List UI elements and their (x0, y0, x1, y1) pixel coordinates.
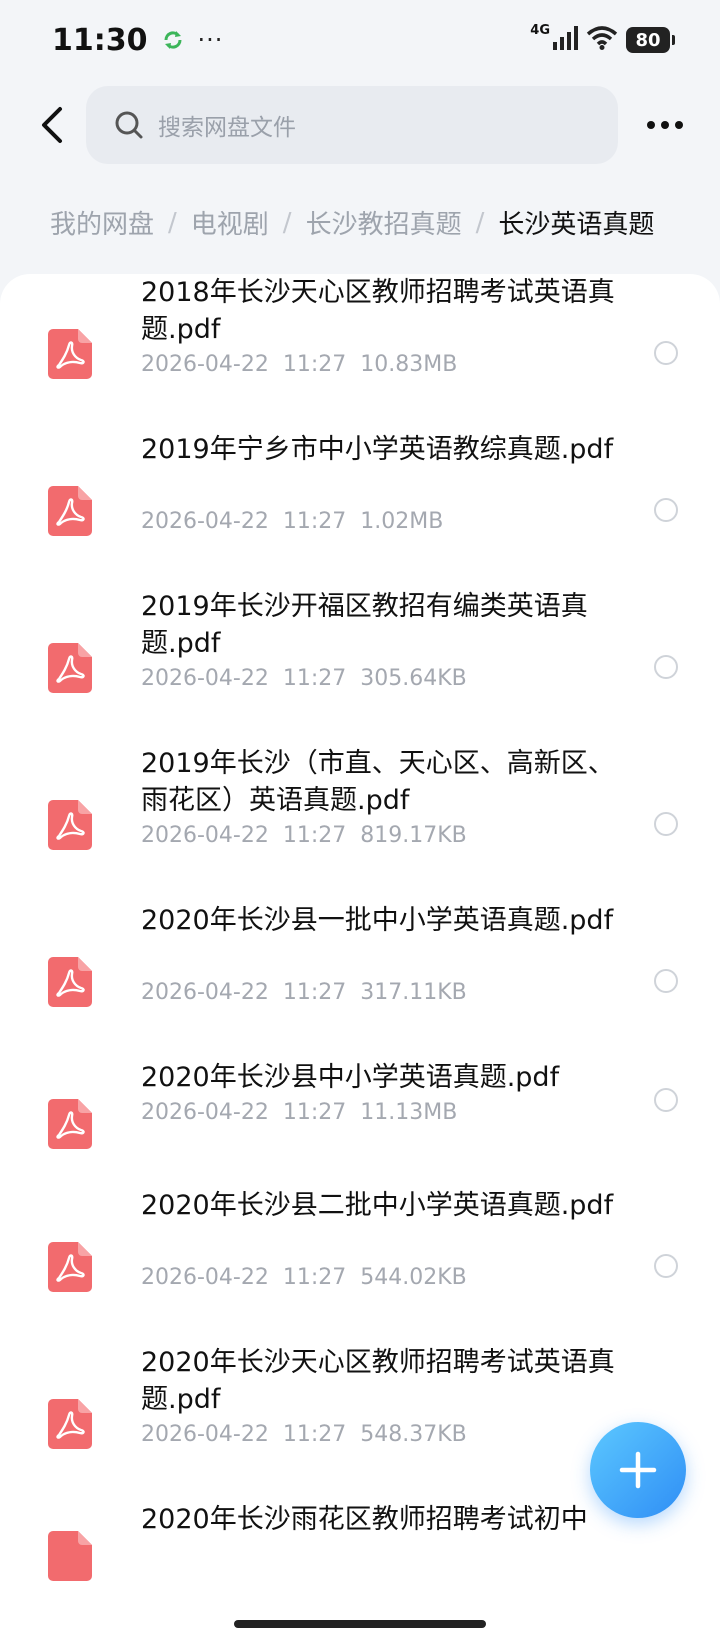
file-name: 2020年长沙天心区教师招聘考试英语真题.pdf (141, 1347, 615, 1415)
list-item[interactable]: 2020年长沙县一批中小学英语真题.pdf 2026-04-22 11:27 317… (0, 902, 720, 1052)
wifi-icon (586, 26, 618, 54)
network-type: 4G (530, 22, 550, 38)
file-date: 2026-04-22 (141, 1265, 269, 1290)
file-time: 11:27 (282, 666, 347, 691)
pdf-icon (48, 1399, 92, 1449)
file-date: 2026-04-22 (141, 509, 269, 534)
file-date: 2026-04-22 (141, 666, 269, 691)
file-name: 2019年长沙（市直、天心区、高新区、雨花区）英语真题.pdf (141, 748, 615, 816)
file-size: 10.83MB (360, 352, 458, 377)
file-meta: 2026-04-22 11:27 544.02KB (141, 1265, 467, 1290)
file-time: 11:27 (282, 509, 347, 534)
pdf-icon (48, 329, 92, 379)
file-time: 11:27 (282, 980, 347, 1005)
back-button[interactable] (22, 95, 82, 155)
plus-icon (619, 1451, 657, 1489)
search-placeholder: 搜索网盘文件 (158, 115, 296, 141)
file-size: 305.64KB (360, 666, 467, 691)
search-input[interactable]: 搜索网盘文件 (86, 86, 618, 164)
file-date: 2026-04-22 (141, 823, 269, 848)
select-checkbox[interactable] (654, 1088, 678, 1112)
more-horizontal-icon (647, 121, 683, 129)
status-more-dots: ··· (197, 26, 224, 54)
breadcrumb-item-my-drive[interactable]: 我的网盘 (50, 204, 154, 241)
list-item[interactable]: 2019年长沙（市直、天心区、高新区、雨花区）英语真题.pdf 2026-04-… (0, 745, 720, 895)
list-item[interactable]: 2018年长沙天心区教师招聘考试英语真题.pdf 2026-04-22 11:27… (0, 274, 720, 424)
pdf-icon (48, 1242, 92, 1292)
file-size: 317.11KB (360, 980, 467, 1005)
status-time: 11:30 (52, 22, 148, 58)
list-item[interactable]: 2019年宁乡市中小学英语教综真题.pdf 2026-04-22 11:27 1.0… (0, 431, 720, 581)
file-meta: 2026-04-22 11:27 548.37KB (141, 1422, 467, 1447)
file-size: 11.13MB (360, 1100, 458, 1125)
file-name: 2020年长沙县中小学英语真题.pdf (141, 1062, 560, 1093)
file-date: 2026-04-22 (141, 980, 269, 1005)
select-checkbox[interactable] (654, 812, 678, 836)
breadcrumb-separator: / (282, 207, 292, 238)
breadcrumb-item-current: 长沙英语真题 (498, 210, 655, 240)
pdf-icon (48, 957, 92, 1007)
breadcrumb-separator: / (475, 207, 485, 238)
file-name: 2020年长沙雨花区教师招聘考试初中 (141, 1504, 588, 1535)
file-meta: 2026-04-22 11:27 819.17KB (141, 823, 467, 848)
select-checkbox[interactable] (654, 1254, 678, 1278)
file-name: 2019年宁乡市中小学英语教综真题.pdf (141, 434, 614, 465)
file-meta: 2026-04-22 11:27 317.11KB (141, 980, 467, 1005)
pdf-icon (48, 800, 92, 850)
select-checkbox[interactable] (654, 655, 678, 679)
list-item[interactable]: 2020年长沙县二批中小学英语真题.pdf 2026-04-22 11:27 544… (0, 1187, 720, 1337)
file-date: 2026-04-22 (141, 1100, 269, 1125)
file-date: 2026-04-22 (141, 352, 269, 377)
file-time: 11:27 (282, 1100, 347, 1125)
list-item[interactable]: 2020年长沙县中小学英语真题.pdf 2026-04-22 11:27 11.13… (0, 1059, 720, 1179)
pdf-icon (48, 643, 92, 693)
add-button[interactable] (590, 1422, 686, 1518)
file-name: 2020年长沙县二批中小学英语真题.pdf (141, 1190, 614, 1221)
file-time: 11:27 (282, 1265, 347, 1290)
select-checkbox[interactable] (654, 341, 678, 365)
file-meta: 2026-04-22 11:27 1.02MB (141, 509, 443, 534)
list-item[interactable]: 2019年长沙开福区教招有编类英语真题.pdf 2026-04-22 11:27 3… (0, 588, 720, 738)
pdf-icon (48, 1531, 92, 1581)
select-checkbox[interactable] (654, 498, 678, 522)
file-meta: 2026-04-22 11:27 305.64KB (141, 666, 467, 691)
file-name: 2018年长沙天心区教师招聘考试英语真题.pdf (141, 277, 615, 345)
file-size: 819.17KB (360, 823, 467, 848)
file-size: 544.02KB (360, 1265, 467, 1290)
file-meta: 2026-04-22 11:27 10.83MB (141, 352, 457, 377)
breadcrumb: 我的网盘 / 电视剧 / 长沙教招真题 / 长沙英语真题 (50, 204, 654, 241)
pdf-icon (48, 1099, 92, 1149)
breadcrumb-item-changsha-exams[interactable]: 长沙教招真题 (306, 204, 462, 241)
file-time: 11:27 (282, 352, 347, 377)
more-button[interactable] (640, 100, 690, 150)
file-time: 11:27 (282, 1422, 347, 1447)
status-bar: 11:30 ··· 4G 80 (0, 0, 720, 80)
file-size: 548.37KB (360, 1422, 467, 1447)
pdf-icon (48, 486, 92, 536)
home-indicator[interactable] (234, 1620, 486, 1628)
header: 搜索网盘文件 (0, 84, 720, 166)
breadcrumb-separator: / (168, 207, 177, 238)
file-name: 2019年长沙开福区教招有编类英语真题.pdf (141, 591, 588, 659)
breadcrumb-item-tv-series[interactable]: 电视剧 (191, 204, 269, 241)
file-time: 11:27 (282, 823, 347, 848)
battery-indicator: 80 (626, 27, 675, 53)
signal-icon (552, 26, 578, 54)
sync-icon (162, 29, 184, 51)
file-name: 2020年长沙县一批中小学英语真题.pdf (141, 905, 614, 936)
select-checkbox[interactable] (654, 969, 678, 993)
search-icon (115, 111, 143, 139)
file-meta: 2026-04-22 11:27 11.13MB (141, 1100, 457, 1125)
file-size: 1.02MB (360, 509, 444, 534)
chevron-left-icon (42, 107, 62, 143)
file-date: 2026-04-22 (141, 1422, 269, 1447)
